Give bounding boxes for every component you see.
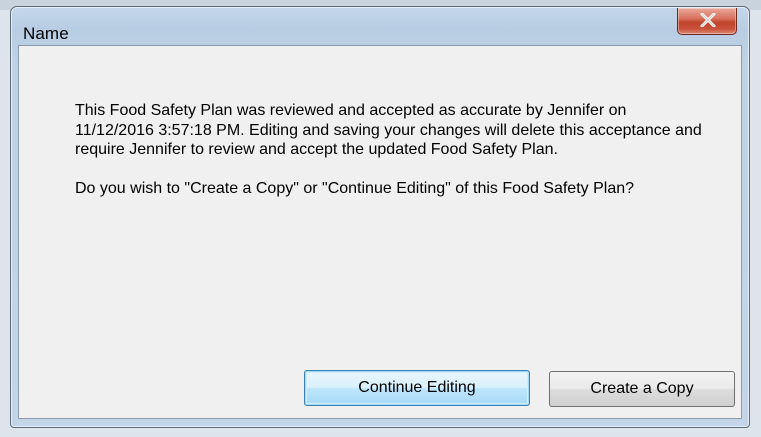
create-copy-button[interactable]: Create a Copy bbox=[549, 371, 735, 407]
title-bar[interactable]: Name bbox=[11, 7, 749, 47]
dialog-content: This Food Safety Plan was reviewed and a… bbox=[18, 45, 742, 419]
close-button[interactable] bbox=[677, 8, 737, 35]
continue-editing-button[interactable]: Continue Editing bbox=[304, 370, 530, 406]
window-title: Name bbox=[23, 24, 69, 43]
dialog-window: Name This Food Safety Plan was reviewed … bbox=[10, 6, 750, 428]
message-text: This Food Safety Plan was reviewed and a… bbox=[75, 101, 705, 199]
message-paragraph-acceptance: This Food Safety Plan was reviewed and a… bbox=[75, 102, 702, 158]
close-icon bbox=[700, 13, 716, 27]
message-paragraph-question: Do you wish to "Create a Copy" or "Conti… bbox=[75, 180, 635, 197]
